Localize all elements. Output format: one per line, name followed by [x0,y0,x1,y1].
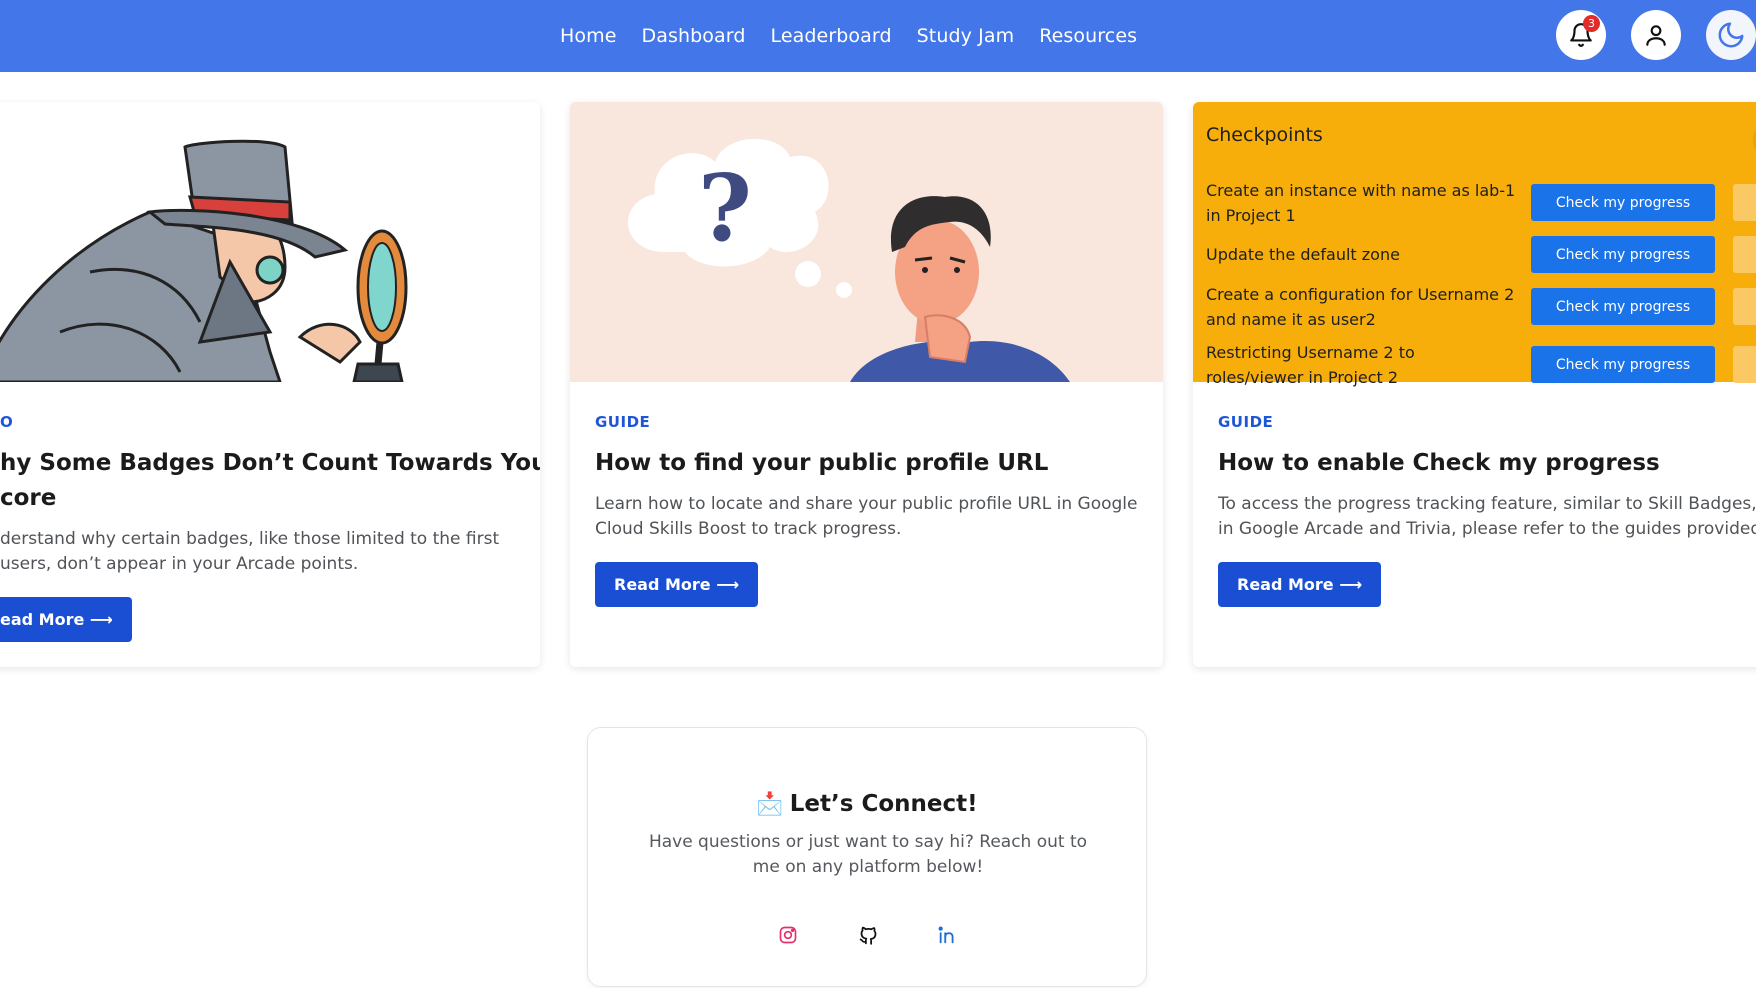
dark-mode-toggle[interactable] [1706,10,1756,60]
card-description: To access the progress tracking feature,… [1218,492,1756,542]
checkpoint-text: Update the default zone [1206,245,1400,264]
profile-button[interactable] [1631,10,1681,60]
card-description-line: in Google Arcade and Trivia, please refe… [1218,519,1756,539]
card-description-line: To access the progress tracking feature,… [1218,494,1756,514]
card-title-line: core [0,485,57,511]
linkedin-icon [938,926,954,944]
connect-title-text: Let’s Connect! [789,791,978,817]
read-more-button[interactable]: Read More ⟶ [595,562,759,607]
nav-links: Home Dashboard Leaderboard Study Jam Res… [560,0,1162,72]
checkpoint-text: Restricting Username 2 to roles/viewer i… [1206,343,1415,387]
user-icon [1646,25,1666,46]
notification-count-badge: 3 [1583,15,1600,32]
instagram-icon [779,926,797,944]
nav-home[interactable]: Home [560,25,617,47]
card-description-line: users, don’t appear in your Arcade point… [0,554,359,574]
top-navbar: Home Dashboard Leaderboard Study Jam Res… [0,0,1756,72]
card-tag: GUIDE [1218,413,1274,431]
nav-dashboard[interactable]: Dashboard [642,25,746,47]
checkpoints-heading: Checkpoints [1206,124,1323,146]
checkpoint-side-box [1733,184,1756,221]
moon-icon [1718,22,1744,48]
card-description: Learn how to locate and share your publi… [595,492,1137,542]
github-link[interactable] [853,920,883,950]
connect-description: Have questions or just want to say hi? R… [638,830,1098,880]
card-description-line: Cloud Skills Boost to track progress. [595,519,902,539]
checkpoint-side-box [1733,288,1756,325]
check-progress-button[interactable]: Check my progress [1531,288,1715,325]
card-description-line: Learn how to locate and share your publi… [595,494,1138,514]
card-title: hy Some Badges Don’t Count Towards Your … [0,446,540,516]
article-card-profile-url: ? GUIDE How to find your public profile … [570,102,1163,667]
svg-text:?: ? [698,154,752,262]
card-title-line: hy Some Badges Don’t Count Towards Your [0,450,540,476]
connect-title: 📩 Let’s Connect! [588,791,1146,817]
nav-resources[interactable]: Resources [1039,25,1137,47]
card-description: derstand why certain badges, like those … [0,527,499,577]
card-tag: GUIDE [595,413,651,431]
connect-description-line: me on any platform below! [752,857,984,877]
read-more-button[interactable]: ead More ⟶ [0,597,132,642]
linkedin-link[interactable] [933,920,963,950]
check-progress-button[interactable]: Check my progress [1531,346,1715,383]
github-icon [859,926,876,945]
thinking-man-illustration: ? [570,102,1163,382]
connect-description-line: Have questions or just want to say hi? R… [648,832,1088,852]
checkpoint-side-box [1733,346,1756,383]
notifications-button[interactable]: 3 [1556,10,1606,60]
checkpoints-screenshot: Checkpoints Create an instance with name… [1193,102,1756,387]
checkpoint-side-box [1733,236,1756,273]
nav-leaderboard[interactable]: Leaderboard [771,25,892,47]
envelope-icon: 📩 [756,792,784,817]
check-progress-button[interactable]: Check my progress [1531,184,1715,221]
nav-study-jam[interactable]: Study Jam [917,25,1015,47]
instagram-link[interactable] [773,920,803,950]
card-title: How to find your public profile URL [595,450,1049,476]
article-card-badges: O hy Some Badges Don’t Count Towards You… [0,102,540,667]
card-description-line: derstand why certain badges, like those … [0,529,500,549]
check-progress-button[interactable]: Check my progress [1531,236,1715,273]
connect-card: 📩 Let’s Connect! Have questions or just w… [587,727,1147,987]
checkpoint-text: Create a configuration for Username 2 an… [1206,285,1515,329]
checkpoint-text: Create an instance with name as lab-1 in… [1206,181,1516,225]
article-card-check-progress: Checkpoints Create an instance with name… [1193,102,1756,667]
read-more-button[interactable]: Read More ⟶ [1218,562,1382,607]
card-tag: O [0,413,14,431]
detective-illustration [0,102,540,382]
card-title: How to enable Check my progress [1218,450,1660,476]
